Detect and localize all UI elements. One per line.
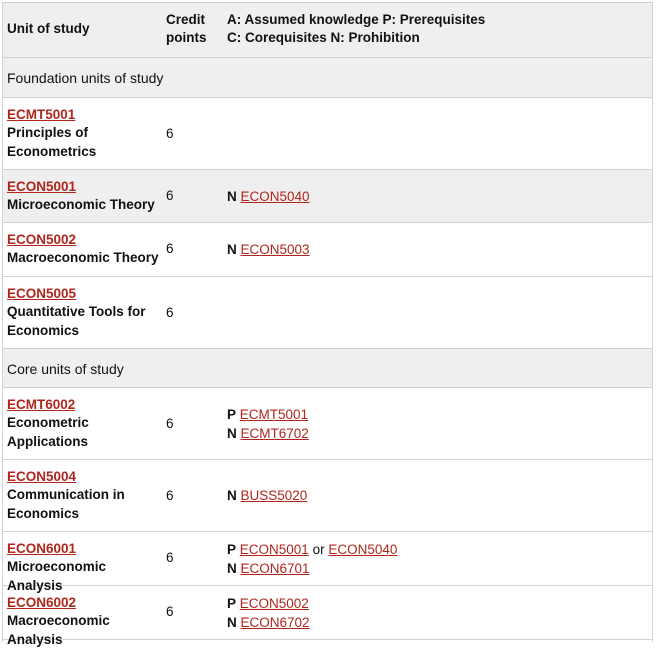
requirement-type: P (227, 407, 237, 422)
requirements: N BUSS5020 (227, 486, 647, 505)
unit-cell: ECON5002 Macroeconomic Theory (7, 231, 161, 268)
unit-code-link[interactable]: ECMT6002 (7, 396, 161, 414)
credit-points: 6 (166, 488, 174, 503)
requirement-link[interactable]: ECON6701 (241, 561, 310, 576)
unit-title: Macroeconomic Analysis (7, 613, 110, 647)
table-row: ECON5002 Macroeconomic Theory 6 N ECON50… (3, 223, 652, 277)
header-req-line2: C: Corequisites N: Prohibition (227, 30, 420, 45)
unit-code-link[interactable]: ECON5005 (7, 285, 161, 303)
unit-code-link[interactable]: ECON6002 (7, 594, 161, 612)
requirement-type: N (227, 561, 237, 576)
table-header-row: Unit of study Credit points A: Assumed k… (3, 3, 652, 58)
requirement-link[interactable]: ECMT6702 (241, 426, 309, 441)
requirement-link[interactable]: ECMT5001 (240, 407, 308, 422)
unit-code-link[interactable]: ECON5001 (7, 178, 161, 196)
requirement-link[interactable]: BUSS5020 (241, 488, 308, 503)
requirement-type: P (227, 596, 237, 611)
unit-cell: ECON5004 Communication in Economics (7, 468, 161, 523)
table-row: ECON5005 Quantitative Tools for Economic… (3, 277, 652, 349)
table-row: ECON5004 Communication in Economics 6 N … (3, 460, 652, 532)
requirements: N ECON5040 (227, 187, 647, 206)
unit-cell: ECON5005 Quantitative Tools for Economic… (7, 285, 161, 340)
requirement-line: P ECMT5001 (227, 405, 647, 424)
unit-cell: ECON6002 Macroeconomic Analysis (7, 594, 161, 649)
requirement-line: N ECON6701 (227, 559, 647, 578)
unit-code-link[interactable]: ECON6001 (7, 540, 161, 558)
unit-cell: ECMT5001 Principles of Econometrics (7, 106, 161, 161)
unit-code-link[interactable]: ECON5002 (7, 231, 161, 249)
credit-points: 6 (166, 604, 174, 619)
unit-title: Applications (7, 433, 89, 449)
requirement-type: N (227, 242, 237, 257)
unit-title: Economics (7, 505, 80, 521)
unit-title: Microeconomic Theory (7, 197, 155, 212)
requirement-type: N (227, 426, 237, 441)
credit-points: 6 (166, 188, 174, 203)
unit-title: Communication in (7, 487, 125, 502)
requirement-line: N ECON5040 (227, 187, 647, 206)
credit-points: 6 (166, 550, 174, 565)
requirement-type: N (227, 189, 237, 204)
unit-cell: ECMT6002 Econometric Applications (7, 396, 161, 451)
header-credit-line1: Credit (166, 12, 206, 27)
unit-title: Econometric (7, 415, 89, 430)
requirement-line: N ECMT6702 (227, 424, 647, 443)
requirement-line: N ECON6702 (227, 613, 647, 632)
header-requirements: A: Assumed knowledge P: Prerequisites C:… (227, 11, 647, 47)
section-row-foundation: Foundation units of study (3, 58, 652, 98)
requirement-link[interactable]: ECON5003 (241, 242, 310, 257)
units-table: Unit of study Credit points A: Assumed k… (2, 2, 653, 647)
requirement-type: N (227, 615, 237, 630)
requirement-link[interactable]: ECON6702 (241, 615, 310, 630)
header-req-line1: A: Assumed knowledge P: Prerequisites (227, 12, 486, 27)
requirement-link[interactable]: ECON5001 (240, 542, 309, 557)
requirement-type: P (227, 542, 237, 557)
requirement-line: N BUSS5020 (227, 486, 647, 505)
requirement-line: P ECON5001 or ECON5040 (227, 540, 647, 559)
unit-code-link[interactable]: ECON5004 (7, 468, 161, 486)
requirement-link[interactable]: ECON5040 (241, 189, 310, 204)
unit-title: Economics (7, 322, 80, 338)
header-unit-of-study: Unit of study (7, 21, 90, 36)
credit-points: 6 (166, 126, 174, 141)
requirements: P ECMT5001 N ECMT6702 (227, 405, 647, 443)
table-row: ECON6002 Macroeconomic Analysis 6 P ECON… (3, 586, 652, 647)
unit-cell: ECON5001 Microeconomic Theory (7, 178, 161, 215)
requirements: N ECON5003 (227, 240, 647, 259)
table-row: ECON6001 Microeconomic Analysis 6 P ECON… (3, 532, 652, 593)
section-title: Core units of study (7, 361, 124, 377)
unit-code-link[interactable]: ECMT5001 (7, 106, 161, 124)
unit-title: Econometrics (7, 143, 97, 159)
requirement-type: N (227, 488, 237, 503)
section-row-core: Core units of study (3, 349, 652, 388)
credit-points: 6 (166, 305, 174, 320)
requirement-line: P ECON5002 (227, 594, 647, 613)
table-row: ECMT5001 Principles of Econometrics 6 (3, 98, 652, 170)
requirement-line: N ECON5003 (227, 240, 647, 259)
header-credit-line2: points (166, 30, 207, 45)
requirements: P ECON5002 N ECON6702 (227, 594, 647, 632)
requirements: P ECON5001 or ECON5040 N ECON6701 (227, 540, 647, 578)
table-row: ECON5001 Microeconomic Theory 6 N ECON50… (3, 170, 652, 223)
unit-title: Macroeconomic Theory (7, 250, 159, 265)
requirement-link[interactable]: ECON5040 (328, 542, 397, 557)
requirement-link[interactable]: ECON5002 (240, 596, 309, 611)
credit-points: 6 (166, 241, 174, 256)
credit-points: 6 (166, 416, 174, 431)
unit-title: Principles of (7, 125, 89, 140)
requirement-joiner: or (312, 542, 325, 557)
unit-title: Quantitative Tools for (7, 304, 146, 319)
table-row: ECMT6002 Econometric Applications 6 P EC… (3, 388, 652, 460)
header-credit-points: Credit points (166, 11, 224, 47)
section-title: Foundation units of study (7, 70, 164, 86)
